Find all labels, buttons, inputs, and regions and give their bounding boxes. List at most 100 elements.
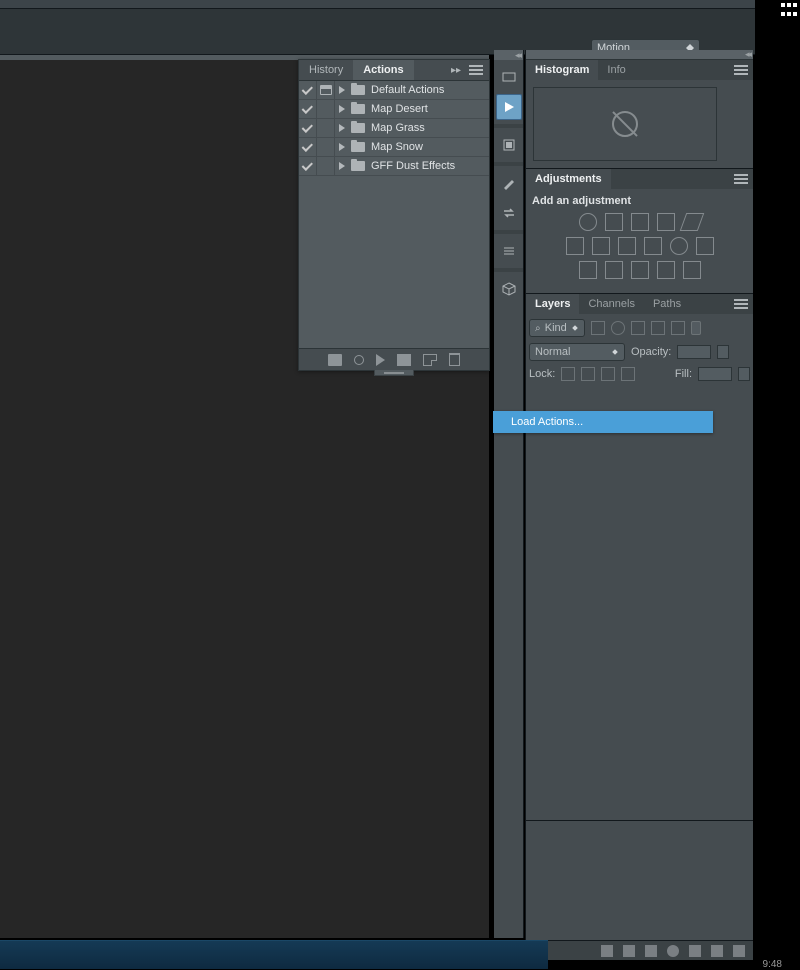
tab-history[interactable]: History — [299, 60, 353, 80]
expand-icon[interactable] — [339, 143, 345, 151]
filter-toggle[interactable] — [691, 321, 701, 335]
adj-threshold-icon[interactable] — [631, 261, 649, 279]
layer-mask-icon[interactable] — [645, 945, 657, 957]
fill-value[interactable] — [698, 367, 732, 381]
tab-channels[interactable]: Channels — [579, 294, 643, 314]
adj-brightness-icon[interactable] — [579, 213, 597, 231]
options-bar: Motion — [0, 9, 755, 55]
action-row[interactable]: Map Snow — [299, 138, 489, 157]
adj-invert-icon[interactable] — [579, 261, 597, 279]
adj-gradmap-icon[interactable] — [657, 261, 675, 279]
adj-colorbalance-icon[interactable] — [592, 237, 610, 255]
action-dialog-toggle[interactable] — [317, 138, 335, 156]
adj-levels-icon[interactable] — [605, 213, 623, 231]
separator — [494, 162, 523, 166]
action-toggle[interactable] — [299, 119, 317, 137]
lock-pos-icon[interactable] — [601, 367, 615, 381]
layer-fx-icon[interactable] — [623, 945, 635, 957]
tab-actions[interactable]: Actions — [353, 60, 413, 80]
panel-icon-brush[interactable] — [496, 170, 522, 196]
tab-adjustments[interactable]: Adjustments — [526, 169, 611, 189]
adj-hue-icon[interactable] — [566, 237, 584, 255]
adj-posterize-icon[interactable] — [605, 261, 623, 279]
record-icon[interactable] — [354, 355, 364, 365]
action-toggle[interactable] — [299, 138, 317, 156]
lock-trans-icon[interactable] — [561, 367, 575, 381]
panel-collapse-icon[interactable]: ▸▸ — [451, 65, 463, 76]
link-layers-icon[interactable] — [601, 945, 613, 957]
adj-colorlookup-icon[interactable] — [696, 237, 714, 255]
strip-collapse-icon[interactable]: ◂◂ — [494, 50, 523, 60]
tab-info[interactable]: Info — [598, 60, 634, 80]
filter-adjust-icon[interactable] — [611, 321, 625, 335]
panel-icon-play[interactable] — [496, 94, 522, 120]
action-toggle[interactable] — [299, 100, 317, 118]
filter-type-icon[interactable] — [631, 321, 645, 335]
panel-icon-3d[interactable] — [496, 276, 522, 302]
adj-exposure-icon[interactable] — [657, 213, 675, 231]
panel-resize-grip[interactable] — [374, 370, 414, 376]
filter-pixel-icon[interactable] — [591, 321, 605, 335]
fill-dropdown[interactable] — [738, 367, 750, 381]
action-label: Map Desert — [371, 103, 428, 115]
tab-histogram[interactable]: Histogram — [526, 60, 598, 80]
panel-icon-swap[interactable] — [496, 200, 522, 226]
stop-icon[interactable] — [328, 354, 342, 366]
opacity-dropdown[interactable] — [717, 345, 729, 359]
new-action-icon[interactable] — [423, 354, 437, 366]
panel-menu-icon[interactable] — [734, 65, 748, 75]
action-dialog-toggle[interactable] — [317, 119, 335, 137]
taskbar-clock: 9:48 — [763, 959, 782, 969]
tab-paths[interactable]: Paths — [644, 294, 690, 314]
expand-icon[interactable] — [339, 124, 345, 132]
actions-panel-footer — [299, 348, 489, 370]
right-collapse-icon[interactable]: ◂◂ — [526, 50, 753, 60]
delete-icon[interactable] — [449, 353, 460, 366]
lock-image-icon[interactable] — [581, 367, 595, 381]
new-fill-icon[interactable] — [667, 945, 679, 957]
action-row[interactable]: Map Desert — [299, 100, 489, 119]
panel-icon-1[interactable] — [496, 64, 522, 90]
adj-selcolor-icon[interactable] — [683, 261, 701, 279]
action-dialog-toggle[interactable] — [317, 81, 335, 99]
expand-icon[interactable] — [339, 105, 345, 113]
action-dialog-toggle[interactable] — [317, 100, 335, 118]
expand-icon[interactable] — [339, 162, 345, 170]
opacity-value[interactable] — [677, 345, 711, 359]
layer-filter-kind[interactable]: ⌕ Kind — [529, 319, 585, 337]
action-row[interactable]: Default Actions — [299, 81, 489, 100]
play-icon[interactable] — [376, 354, 385, 366]
blend-mode-select[interactable]: Normal — [529, 343, 625, 361]
lock-all-icon[interactable] — [621, 367, 635, 381]
adj-vibrance-icon[interactable] — [679, 213, 704, 231]
expand-icon[interactable] — [339, 86, 345, 94]
action-row[interactable]: Map Grass — [299, 119, 489, 138]
action-toggle[interactable] — [299, 81, 317, 99]
taskbar[interactable] — [0, 940, 548, 969]
action-label: GFF Dust Effects — [371, 160, 455, 172]
adj-bw-icon[interactable] — [618, 237, 636, 255]
new-group-icon[interactable] — [689, 945, 701, 957]
panel-icon-3[interactable] — [496, 132, 522, 158]
filter-smart-icon[interactable] — [671, 321, 685, 335]
action-toggle[interactable] — [299, 157, 317, 175]
delete-layer-icon[interactable] — [733, 945, 745, 957]
adj-channelmixer-icon[interactable] — [670, 237, 688, 255]
layers-list-empty — [526, 392, 753, 820]
action-dialog-toggle[interactable] — [317, 157, 335, 175]
tab-layers[interactable]: Layers — [526, 294, 579, 314]
menu-item-load-actions[interactable]: Load Actions... — [493, 411, 713, 433]
action-row[interactable]: GFF Dust Effects — [299, 157, 489, 176]
right-panel-column: ◂◂ Histogram Info Adjustments Add an adj… — [525, 50, 753, 960]
new-set-icon[interactable] — [397, 354, 411, 366]
panel-icon-list[interactable] — [496, 238, 522, 264]
panel-menu-icon[interactable] — [469, 65, 483, 75]
filter-shape-icon[interactable] — [651, 321, 665, 335]
panel-menu-icon[interactable] — [734, 174, 748, 184]
new-layer-icon[interactable] — [711, 945, 723, 957]
adj-photofilter-icon[interactable] — [644, 237, 662, 255]
folder-icon — [351, 123, 365, 133]
adj-curves-icon[interactable] — [631, 213, 649, 231]
actions-panel: History Actions ▸▸ Default Actions Map De… — [298, 59, 490, 371]
panel-menu-icon[interactable] — [734, 299, 748, 309]
